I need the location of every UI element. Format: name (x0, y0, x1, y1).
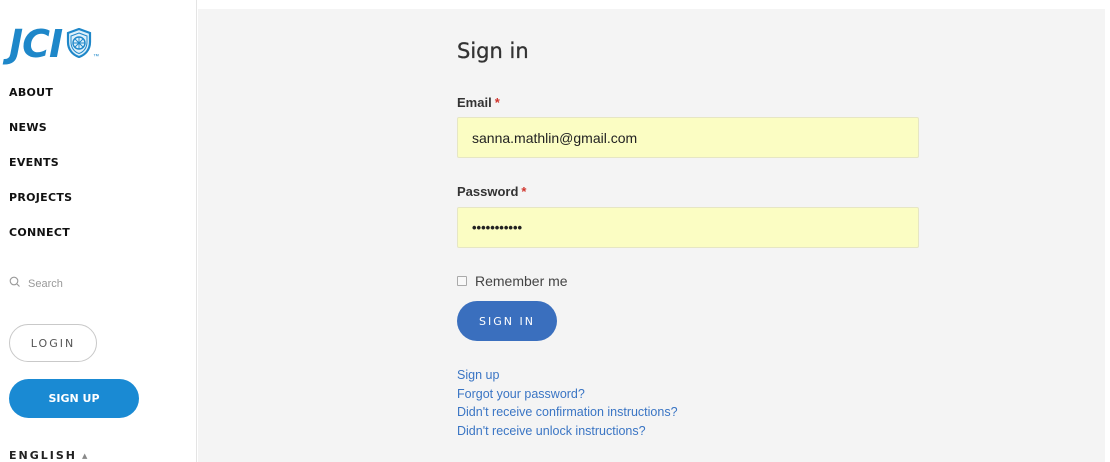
auth-links: Sign up Forgot your password? Didn't rec… (457, 366, 678, 440)
login-button[interactable]: LOGIN (9, 324, 97, 362)
email-label: Email * (457, 95, 500, 110)
page-title: Sign in (457, 39, 529, 63)
required-marker: * (521, 184, 527, 199)
sidebar: JCI ™ ABOUT NEWS EVENTS PROJECTS CONNECT… (0, 0, 197, 462)
remember-me: Remember me (457, 273, 568, 289)
trademark-mark: ™ (93, 54, 100, 60)
password-label: Password * (457, 184, 526, 199)
nav-item-about[interactable]: ABOUT (9, 86, 72, 121)
required-marker: * (494, 95, 500, 110)
sign-up-link[interactable]: Sign up (457, 366, 678, 385)
email-label-text: Email (457, 95, 492, 110)
confirmation-instructions-link[interactable]: Didn't receive confirmation instructions… (457, 403, 678, 422)
forgot-password-link[interactable]: Forgot your password? (457, 385, 678, 404)
unlock-instructions-link[interactable]: Didn't receive unlock instructions? (457, 422, 678, 441)
sidebar-signup-button[interactable]: SIGN UP (9, 379, 139, 418)
search-placeholder: Search (28, 277, 63, 290)
nav-item-projects[interactable]: PROJECTS (9, 191, 72, 226)
remember-me-label[interactable]: Remember me (475, 273, 568, 289)
logo[interactable]: JCI ™ (9, 24, 99, 64)
nav-item-news[interactable]: NEWS (9, 121, 72, 156)
language-selector[interactable]: ENGLISH ▲ (9, 449, 87, 462)
shield-icon (66, 27, 92, 63)
search-field[interactable]: Search (9, 276, 63, 291)
language-label: ENGLISH (9, 449, 77, 462)
password-label-text: Password (457, 184, 519, 199)
main-nav: ABOUT NEWS EVENTS PROJECTS CONNECT (9, 86, 72, 261)
password-field[interactable]: ••••••••••• (457, 207, 919, 248)
sign-in-button[interactable]: SIGN IN (457, 301, 557, 341)
main-content: Sign in Email * sanna.mathlin@gmail.com P… (198, 9, 1105, 462)
search-icon (9, 276, 21, 291)
caret-up-icon: ▲ (81, 451, 88, 460)
nav-item-connect[interactable]: CONNECT (9, 226, 72, 261)
remember-me-checkbox[interactable] (457, 276, 467, 286)
email-value: sanna.mathlin@gmail.com (472, 129, 638, 146)
email-field[interactable]: sanna.mathlin@gmail.com (457, 117, 919, 158)
logo-text: JCI (9, 22, 63, 66)
password-mask: ••••••••••• (472, 220, 523, 235)
nav-item-events[interactable]: EVENTS (9, 156, 72, 191)
